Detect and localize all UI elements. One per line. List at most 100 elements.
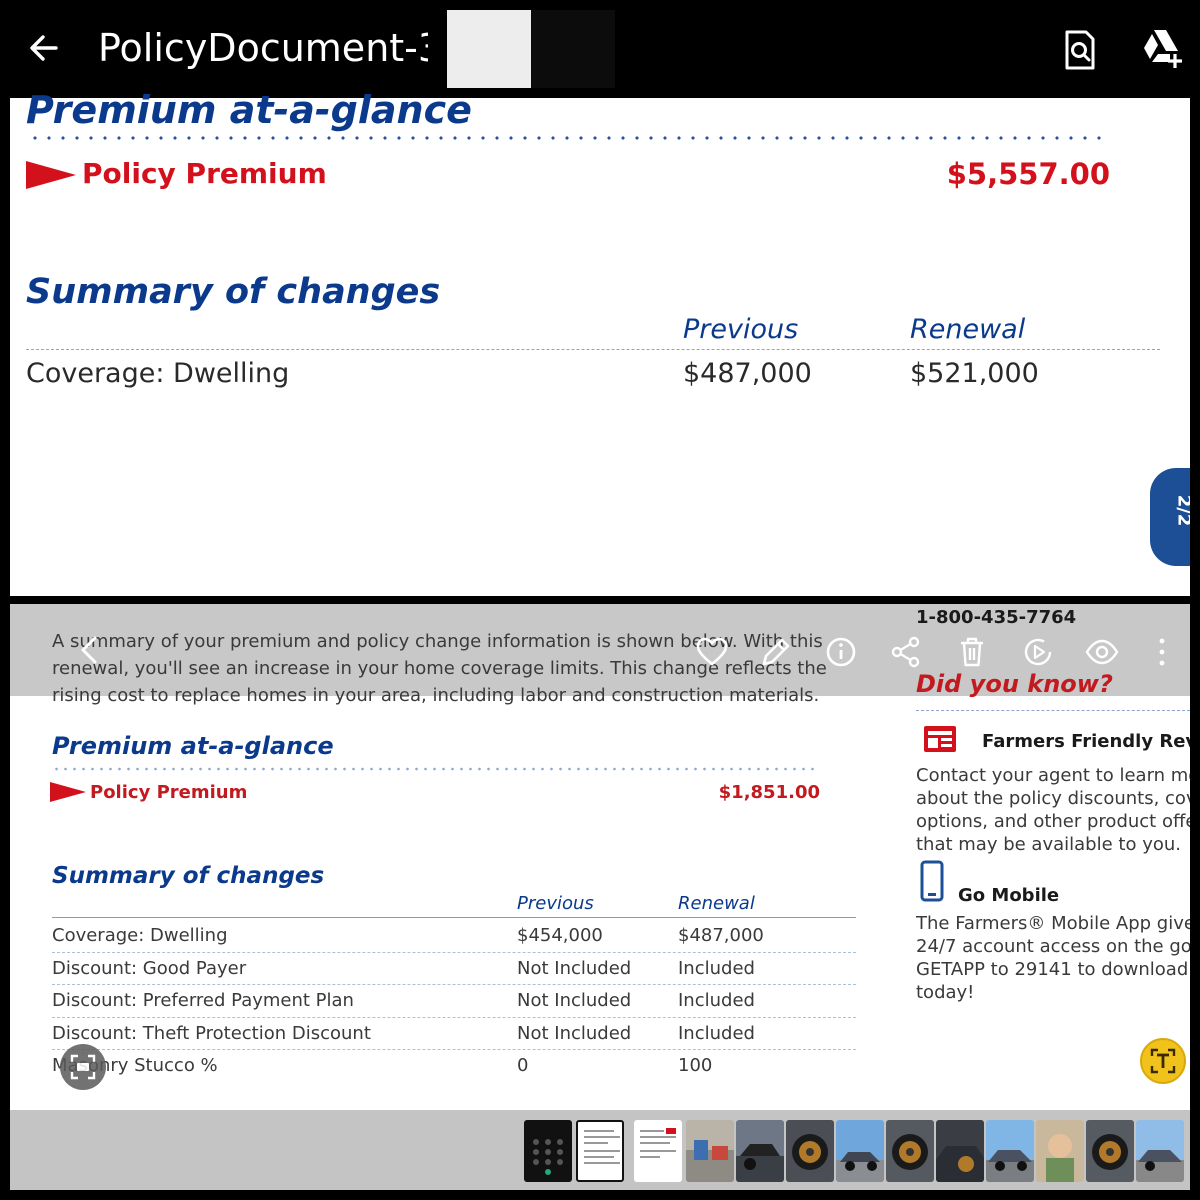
thumbnail-image: [640, 1128, 676, 1158]
thumbnail-image: [533, 1139, 563, 1175]
document-search-icon: [1065, 30, 1095, 70]
mobile-phone-icon: [920, 860, 944, 902]
premium-heading: Premium at-a-glance: [52, 732, 334, 760]
thumbnail[interactable]: [524, 1120, 572, 1182]
save-to-drive-button[interactable]: [1140, 26, 1184, 70]
row-previous-value: $487,000: [683, 358, 812, 389]
row-renewal-value: $487,000: [678, 925, 764, 946]
thumbnail[interactable]: [786, 1120, 834, 1182]
review-stamp-icon: [924, 726, 956, 752]
row-renewal-value: Included: [678, 990, 755, 1012]
heart-icon[interactable]: [694, 634, 730, 670]
thumbnail[interactable]: [1036, 1120, 1084, 1182]
text-recognition-icon: [1150, 1048, 1176, 1074]
row-renewal-value: $521,000: [910, 358, 1039, 389]
app-toolbar: PolicyDocument-3: [10, 0, 1190, 98]
intro-paragraph: A summary of your premium and policy cha…: [52, 631, 827, 706]
column-header-renewal: Renewal: [678, 893, 755, 914]
did-you-know-heading: Did you know?: [916, 670, 1113, 698]
table-row: Masonry Stucco % 0 100: [52, 1050, 856, 1083]
remaster-icon[interactable]: [1020, 634, 1056, 670]
thumbnail[interactable]: [886, 1120, 934, 1182]
row-previous-value: 0: [517, 1055, 529, 1077]
thumbnail[interactable]: [936, 1120, 984, 1182]
redaction-block: [531, 10, 615, 88]
search-document-button[interactable]: [1058, 26, 1102, 74]
eye-icon[interactable]: [1084, 634, 1120, 670]
row-label: Coverage: Dwelling: [52, 925, 228, 946]
table-row: Discount: Theft Protection Discount Not …: [52, 1018, 856, 1051]
thumbnail[interactable]: [1136, 1120, 1184, 1182]
policy-premium-label: Policy Premium: [82, 157, 327, 190]
agent-phone: 1-800-435-7764: [916, 607, 1077, 628]
column-header-renewal: Renewal: [910, 314, 1026, 345]
farmers-friendly-review-body: Contact your agent to learn mor about th…: [916, 765, 1190, 855]
thumbnail-image: [1092, 1134, 1128, 1170]
thumbnail[interactable]: [736, 1120, 784, 1182]
page-indicator-label: 2/2: [1173, 494, 1190, 527]
dotted-divider: [28, 136, 1108, 140]
thumbnail-image: [986, 1150, 1034, 1182]
thumbnail-image: [736, 1144, 784, 1182]
column-header-previous: Previous: [517, 893, 594, 914]
thumbnail[interactable]: [836, 1120, 884, 1182]
table-header-divider: [52, 917, 856, 918]
row-previous-value: Not Included: [517, 990, 632, 1012]
column-header-previous: Previous: [683, 314, 799, 345]
info-icon[interactable]: [824, 634, 860, 670]
redaction-block: [447, 10, 531, 88]
page-indicator-button[interactable]: 2/2: [1150, 468, 1190, 566]
policy-premium-value: $5,557.00: [946, 157, 1110, 191]
summary-heading: Summary of changes: [52, 863, 325, 889]
scan-document-button[interactable]: [60, 1044, 106, 1090]
pennant-icon: [26, 161, 76, 189]
extract-text-button[interactable]: [1140, 1038, 1186, 1084]
thumbnail[interactable]: [634, 1120, 682, 1182]
go-mobile-body: The Farmers® Mobile App gives 24/7 accou…: [916, 913, 1190, 1003]
farmers-friendly-review-title: Farmers Friendly Revie: [982, 731, 1190, 752]
thumbnail-image: [836, 1152, 884, 1182]
table-header-divider: [26, 349, 1160, 350]
go-mobile-title: Go Mobile: [958, 885, 1060, 906]
gallery-photo-panel: A summary of your premium and policy cha…: [10, 604, 1190, 1190]
changes-table: Coverage: Dwelling $454,000 $487,000 Dis…: [52, 920, 856, 1083]
thumbnail-image: [892, 1134, 928, 1170]
arrow-left-icon: [30, 35, 58, 61]
delete-icon[interactable]: [954, 634, 990, 670]
scan-icon: [70, 1054, 96, 1080]
thumbnail[interactable]: [1086, 1120, 1134, 1182]
thumbnail-filmstrip: [10, 1110, 1190, 1190]
thumbnail-image: [936, 1146, 984, 1182]
more-icon[interactable]: [1144, 634, 1180, 670]
premium-heading: Premium at-a-glance: [26, 88, 472, 132]
back-button[interactable]: [24, 26, 64, 70]
thumbnail[interactable]: [986, 1120, 1034, 1182]
thumbnail-image: [1046, 1134, 1074, 1182]
row-previous-value: $454,000: [517, 925, 603, 946]
row-renewal-value: Included: [678, 957, 755, 979]
dotted-divider: [52, 767, 818, 771]
document-title: PolicyDocument-3: [98, 26, 428, 70]
pennant-icon: [50, 782, 86, 802]
thumbnail-image: [1136, 1150, 1184, 1182]
thumbnail-selected[interactable]: [576, 1120, 624, 1182]
summary-heading: Summary of changes: [26, 272, 441, 312]
chevron-left-icon[interactable]: [72, 632, 108, 668]
row-label: Coverage: Dwelling: [26, 358, 290, 389]
sidebar-divider: [916, 710, 1190, 711]
row-label: Discount: Good Payer: [52, 957, 247, 979]
thumbnail-image: [792, 1134, 828, 1170]
row-previous-value: Not Included: [517, 957, 632, 979]
row-renewal-value: 100: [678, 1055, 713, 1077]
drive-add-icon: [1144, 30, 1182, 68]
policy-premium-value: $1,851.00: [718, 782, 820, 803]
row-renewal-value: Included: [678, 1022, 755, 1044]
pdf-viewer-panel: PolicyDocument-3 Premium at-a-glance Pol…: [10, 0, 1190, 596]
edit-icon[interactable]: [758, 634, 794, 670]
table-row: Discount: Good Payer Not Included Includ…: [52, 953, 856, 986]
thumbnail[interactable]: [686, 1120, 734, 1182]
share-icon[interactable]: [888, 634, 924, 670]
thumbnail-image: [584, 1130, 620, 1164]
policy-premium-label: Policy Premium: [90, 782, 248, 803]
row-previous-value: Not Included: [517, 1022, 632, 1044]
